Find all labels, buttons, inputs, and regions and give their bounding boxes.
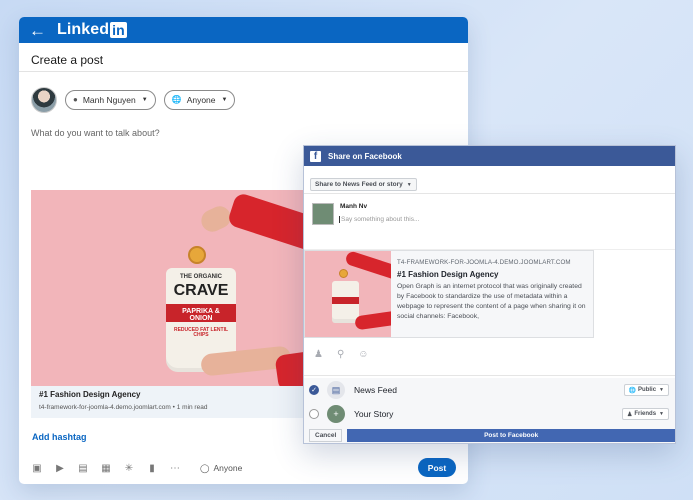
post-toolbar: ▣ ▶ ▤ ▦ ✳ ▮ ⋯ ◯ Anyone Post — [31, 458, 456, 478]
your-story-label: Your Story — [354, 409, 394, 419]
globe-icon: 🌐 — [628, 387, 637, 394]
tag-people-icon[interactable]: ♟ — [314, 349, 323, 360]
bag-brand: THE ORGANIC — [180, 274, 222, 280]
story-avatar-icon: + — [327, 405, 345, 423]
facebook-share-dialog: f Share on Facebook Share to News Feed o… — [303, 145, 676, 444]
author-select-button[interactable]: ● Manh Nguyen ▼ — [65, 89, 156, 110]
upper-arm — [344, 251, 391, 282]
logo-text: Linked — [57, 21, 110, 38]
linkedin-logo: Linked in — [57, 21, 127, 39]
video-icon[interactable]: ▶ — [54, 463, 66, 474]
user-name: Manh Nv — [340, 203, 368, 210]
post-button[interactable]: Post — [418, 458, 456, 477]
caret-down-icon: ▼ — [221, 96, 228, 103]
caret-down-icon: ▼ — [659, 387, 664, 393]
audience-select-button[interactable]: 🌐 Anyone ▼ — [163, 89, 236, 110]
share-description: Open Graph is an internet protocol that … — [397, 283, 586, 320]
visibility-button[interactable]: ◯ Anyone — [200, 463, 242, 474]
celebrate-icon[interactable]: ✳ — [123, 463, 135, 474]
person-icon: ● — [73, 95, 78, 104]
composer-input[interactable]: Say something about this... — [339, 216, 419, 223]
facebook-logo-icon: f — [310, 150, 321, 162]
chip — [339, 269, 348, 278]
composer: Manh Nv Say something about this... — [304, 194, 675, 250]
news-feed-row[interactable]: ✓ ▤ News Feed 🌐 Public ▼ — [304, 378, 675, 402]
location-pin-icon[interactable]: ⚲ — [337, 349, 344, 360]
avatar — [312, 203, 334, 225]
bag-tagline: REDUCED FAT LENTIL CHIPS — [173, 327, 229, 338]
chart-icon[interactable]: ▮ — [146, 463, 158, 474]
article-icon[interactable]: ▦ — [100, 463, 112, 474]
bag-band — [332, 297, 359, 304]
facebook-header-bar: f Share on Facebook — [304, 146, 675, 166]
share-title: #1 Fashion Design Agency — [397, 270, 499, 279]
your-story-audience-select[interactable]: ♟ Friends ▼ — [621, 408, 669, 420]
divider — [304, 375, 675, 376]
add-hashtag-button[interactable]: Add hashtag — [32, 432, 87, 442]
feeling-smiley-icon[interactable]: ☺ — [358, 349, 368, 360]
author-row: ● Manh Nguyen ▼ 🌐 Anyone ▼ — [19, 72, 468, 116]
share-thumbnail — [305, 251, 391, 337]
bag-product-name: CRAVE — [173, 282, 229, 299]
dialog-title: Share on Facebook — [328, 151, 402, 161]
document-icon[interactable]: ▤ — [77, 463, 89, 474]
back-arrow-icon[interactable]: ← — [29, 22, 47, 39]
avatar — [31, 86, 57, 113]
news-feed-audience-select[interactable]: 🌐 Public ▼ — [623, 384, 669, 396]
visibility-label: Anyone — [213, 463, 243, 473]
linkedin-header-bar: ← Linked in — [19, 17, 468, 43]
caret-down-icon: ▼ — [659, 411, 664, 417]
news-feed-label: News Feed — [354, 385, 397, 395]
caret-down-icon: ▼ — [406, 181, 412, 188]
composer-actions: ♟ ⚲ ☺ — [314, 349, 383, 360]
audience-label: Friends — [634, 411, 657, 417]
audience-label: Anyone — [186, 94, 216, 105]
radio-unchecked-icon[interactable] — [309, 409, 319, 419]
globe-icon: 🌐 — [171, 95, 182, 104]
lower-arm — [354, 309, 391, 331]
friends-icon: ♟ — [626, 411, 633, 418]
dialog-footer: Cancel Post to Facebook — [304, 426, 675, 443]
post-to-facebook-button[interactable]: Post to Facebook — [347, 429, 675, 442]
logo-in-badge: in — [110, 22, 127, 38]
news-feed-icon: ▤ — [327, 381, 345, 399]
image-icon[interactable]: ▣ — [31, 463, 43, 474]
chip — [188, 246, 206, 264]
share-preview[interactable]: T4-FRAMEWORK-FOR-JOOMLA-4.DEMO.JOOMLART.… — [304, 250, 594, 338]
check-icon[interactable]: ✓ — [309, 385, 319, 395]
chip-bag — [332, 281, 359, 323]
share-domain: T4-FRAMEWORK-FOR-JOOMLA-4.DEMO.JOOMLART.… — [397, 259, 571, 266]
bag-flavor: PAPRIKA & ONION — [182, 308, 220, 322]
more-icon[interactable]: ⋯ — [169, 463, 181, 474]
audience-label: Public — [638, 387, 657, 393]
your-story-row[interactable]: + Your Story ♟ Friends ▼ — [304, 402, 675, 426]
comment-icon: ◯ — [200, 462, 210, 473]
author-name: Manh Nguyen — [82, 94, 136, 105]
share-target-bar: Share to News Feed or story ▼ — [304, 166, 675, 194]
page-title: Create a post — [19, 43, 468, 72]
caret-down-icon: ▼ — [141, 96, 148, 103]
share-text: T4-FRAMEWORK-FOR-JOOMLA-4.DEMO.JOOMLART.… — [397, 259, 589, 322]
share-target-select[interactable]: Share to News Feed or story ▼ — [310, 178, 417, 191]
cancel-button[interactable]: Cancel — [309, 429, 343, 442]
share-target-label: Share to News Feed or story — [315, 181, 403, 188]
